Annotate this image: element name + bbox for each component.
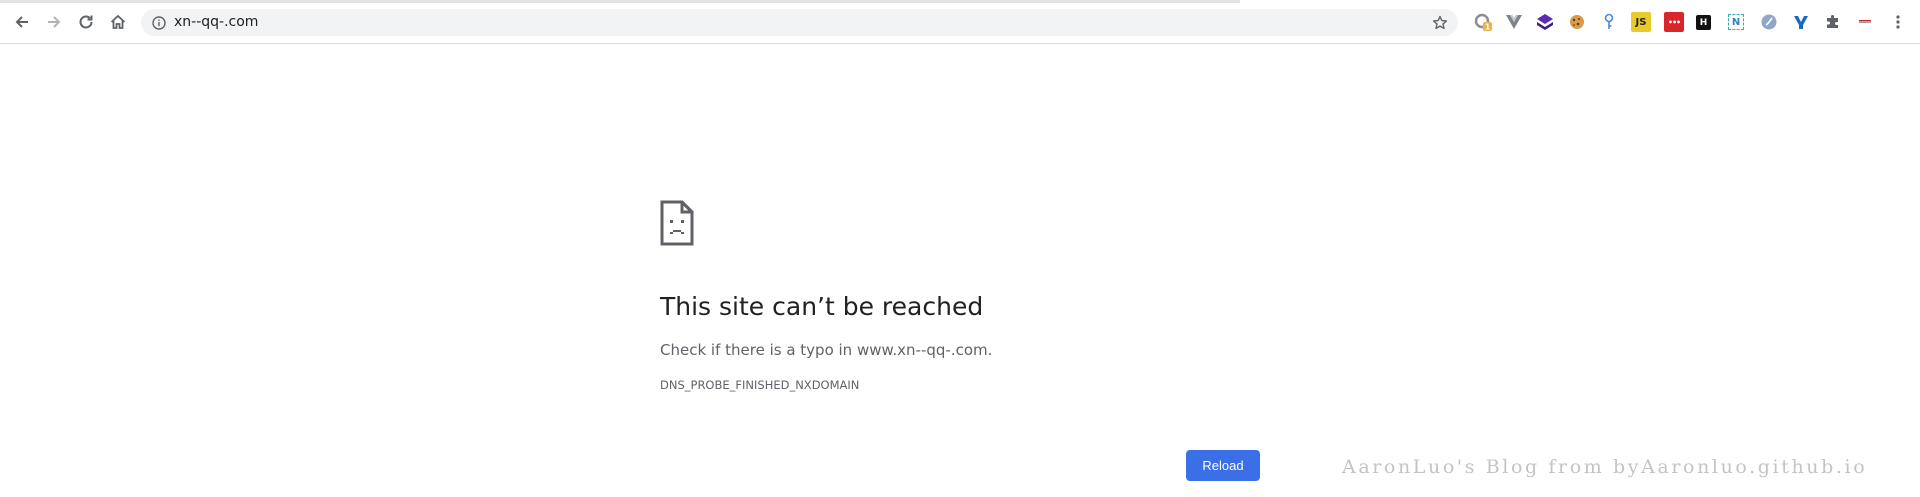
ext-key-icon[interactable] [1599,12,1619,32]
error-code: DNS_PROBE_FINISHED_NXDOMAIN [660,378,860,392]
ext-globe-icon[interactable] [1759,12,1779,32]
ext-loading-badge-icon[interactable]: 1 [1473,12,1493,32]
ext-y-icon[interactable] [1791,12,1811,32]
sad-document-icon [660,200,694,246]
reload-toolbar-button[interactable] [74,10,98,34]
home-button[interactable] [106,10,130,34]
ext-n-icon[interactable]: N [1728,14,1744,30]
error-title: This site can’t be reached [660,292,984,321]
ext-badge-count: 1 [1485,23,1491,32]
browser-toolbar: xn--qq-.com 1 JS ••• H N [0,0,1920,44]
bookmark-star-icon[interactable] [1430,13,1450,33]
blog-watermark: AaronLuo's Blog from byAaronluo.github.i… [1342,456,1868,478]
ext-purple-stack-icon[interactable] [1535,12,1555,32]
home-icon [110,14,126,29]
browser-menu-kebab-icon[interactable] [1888,12,1908,32]
reload-button[interactable]: Reload [1186,450,1260,481]
back-arrow-icon [15,16,28,28]
page-load-progress [0,0,1240,3]
ext-cookie-icon[interactable] [1567,12,1587,32]
forward-arrow-icon [48,16,61,28]
ext-h-icon[interactable]: H [1696,15,1711,30]
address-url-text: xn--qq-.com [174,14,259,30]
ext-js-icon[interactable]: JS [1631,12,1651,32]
reload-icon [79,15,93,29]
address-bar[interactable]: xn--qq-.com [141,9,1458,36]
back-button[interactable] [10,10,34,34]
ext-red-dots-icon[interactable]: ••• [1664,12,1684,32]
forward-button[interactable] [42,10,66,34]
site-info-icon[interactable] [150,14,168,32]
extensions-puzzle-icon[interactable] [1823,12,1843,32]
ext-vue-icon[interactable] [1504,12,1524,32]
error-message: Check if there is a typo in www.xn--qq-.… [660,341,993,359]
ext-flag-icon[interactable] [1855,12,1875,32]
